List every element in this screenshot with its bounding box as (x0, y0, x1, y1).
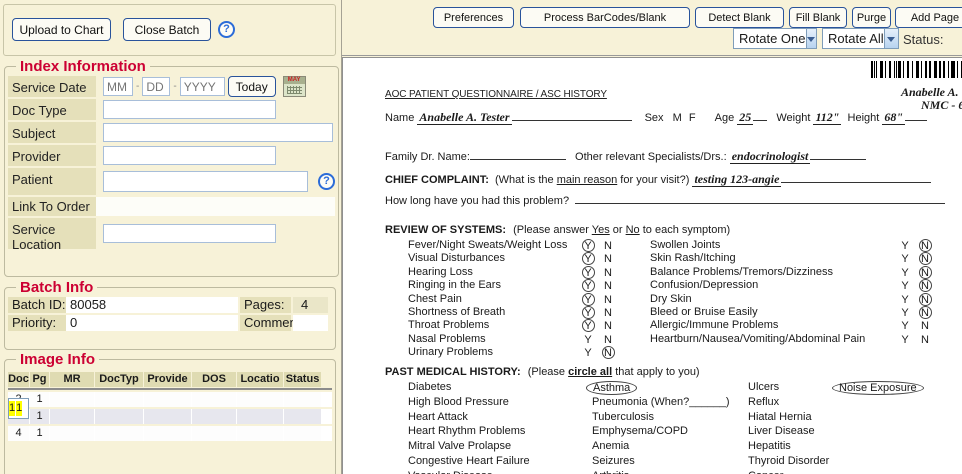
image-info-section: Image Info Doc Pg MR DocTyp Provide DOS … (4, 351, 336, 474)
service-date-row: Service Date - - Today MAY (8, 76, 335, 97)
rotate-one-select[interactable]: Rotate One (733, 28, 817, 49)
col-header-pg: Pg (30, 372, 49, 387)
weight-handwritten-value: 112" (813, 110, 841, 125)
batch-id-label: Batch ID: (8, 297, 66, 313)
col-header-provider: Provide (144, 372, 191, 387)
height-handwritten-value: 68" (882, 110, 905, 125)
col-header-location: Locatio (237, 372, 283, 387)
subject-label: Subject (8, 122, 96, 143)
service-location-label: Service Location (8, 218, 96, 249)
batch-info-section: Batch Info Batch ID: 80058 Pages: 4 Prio… (4, 279, 336, 350)
image-info-table: Doc Pg MR DocTyp Provide DOS Locatio Sta… (8, 372, 332, 441)
provider-row: Provider (8, 145, 335, 166)
how-long-line: How long have you had this problem? (385, 195, 945, 207)
service-date-yyyy-input[interactable] (180, 77, 225, 96)
link-to-order-label: Link To Order (8, 197, 96, 216)
table-row[interactable]: 4 1 (8, 426, 332, 441)
specialists-handwritten-value: endocrinologist (730, 149, 811, 164)
service-date-mm-input[interactable] (103, 77, 133, 96)
name-line: Name Anabelle A. Tester Sex M F Age 25 W… (385, 110, 927, 125)
today-button[interactable]: Today (228, 76, 276, 97)
batch-info-title: Batch Info (16, 279, 97, 296)
comment-label: Comment: (240, 315, 291, 331)
doc-type-label: Doc Type (8, 99, 96, 120)
index-information-section: Index Information Service Date - - Today… (4, 58, 339, 277)
chevron-down-icon[interactable] (806, 29, 817, 48)
patient-input[interactable] (103, 171, 308, 192)
subject-row: Subject (8, 122, 335, 143)
subject-input[interactable] (103, 123, 333, 142)
barcode-image (871, 61, 962, 78)
ros-header: REVIEW OF SYSTEMS: (Please answer Yes or… (385, 224, 730, 236)
pages-label: Pages: (240, 297, 291, 313)
provider-input[interactable] (103, 146, 276, 165)
rotate-all-select[interactable]: Rotate All (822, 28, 899, 49)
ros-left-column: Fever/Night Sweats/Weight LossYN Visual … (408, 239, 618, 360)
calendar-icon[interactable]: MAY (283, 76, 306, 97)
col-header-mr: MR (50, 372, 94, 387)
pmh-header: PAST MEDICAL HISTORY: (Please circle all… (385, 366, 700, 378)
ros-right-column: Swollen JointsYN Skin Rash/ItchingYN Bal… (650, 239, 935, 346)
upload-to-chart-button[interactable]: Upload to Chart (12, 18, 111, 41)
priority-value: 0 (66, 315, 238, 331)
patient-row: Patient ? (8, 168, 335, 195)
status-label: Status: (903, 32, 943, 47)
index-information-title: Index Information (16, 58, 150, 75)
close-batch-button[interactable]: Close Batch (123, 18, 211, 41)
detect-blank-button[interactable]: Detect Blank (695, 7, 784, 28)
table-header-row: Doc Pg MR DocTyp Provide DOS Locatio Sta… (8, 372, 332, 390)
document-title: AOC PATIENT QUESTIONNAIRE / ASC HISTORY (385, 89, 607, 100)
patient-label: Patient (8, 168, 96, 195)
link-to-order-row: Link To Order (8, 197, 335, 216)
preferences-button[interactable]: Preferences (433, 7, 514, 28)
comment-value (293, 315, 328, 331)
action-button-group: Upload to Chart Close Batch ? (3, 4, 336, 56)
name-handwritten-value: Anabelle A. Tester (417, 110, 511, 125)
date-separator: - (173, 81, 176, 92)
col-header-status: Status (284, 372, 321, 387)
col-header-doc: Doc (8, 372, 29, 387)
pmh-column-2: Asthma Pneumonia (When?______) Tuberculo… (592, 381, 747, 474)
table-row[interactable]: 2 1 (8, 392, 332, 407)
col-header-dos: DOS (192, 372, 236, 387)
table-row[interactable]: 1 1 (8, 398, 29, 419)
doc-type-input[interactable] (103, 100, 276, 119)
service-date-dd-input[interactable] (142, 77, 170, 96)
purge-button[interactable]: Purge (852, 7, 891, 28)
document-preview[interactable]: Anabelle A. T NMC - 6 AOC PATIENT QUESTI… (342, 57, 962, 474)
provider-label: Provider (8, 145, 96, 166)
doc-type-row: Doc Type (8, 99, 335, 120)
patient-help-icon[interactable]: ? (318, 173, 335, 190)
date-separator: - (136, 81, 139, 92)
fill-blank-button[interactable]: Fill Blank (789, 7, 847, 28)
family-dr-line: Family Dr. Name: Other relevant Speciali… (385, 149, 866, 164)
batch-id-value: 80058 (66, 297, 238, 313)
document-patient-id: NMC - 6 (921, 98, 962, 113)
table-row[interactable]: 3 1 (8, 409, 332, 424)
help-icon[interactable]: ? (218, 21, 235, 38)
priority-label: Priority: (8, 315, 66, 331)
chief-complaint-handwritten-value: testing 123-angie (692, 172, 781, 187)
service-date-label: Service Date (8, 76, 96, 97)
link-to-order-value (96, 197, 335, 216)
age-handwritten-value: 25 (737, 110, 753, 125)
process-barcodes-button[interactable]: Process BarCodes/Blank (520, 7, 690, 28)
index-panel: Upload to Chart Close Batch ? Index Info… (0, 0, 341, 474)
chevron-down-icon[interactable] (884, 29, 898, 48)
pages-value: 4 (293, 297, 328, 313)
chief-complaint-line: CHIEF COMPLAINT: (What is the main reaso… (385, 172, 931, 187)
add-page-button[interactable]: Add Page (895, 7, 962, 28)
document-toolbar: Preferences Process BarCodes/Blank Detec… (342, 0, 962, 56)
col-header-doctype: DocTyp (95, 372, 143, 387)
pmh-column-1: Diabetes High Blood Pressure Heart Attac… (408, 381, 588, 474)
image-info-title: Image Info (16, 351, 99, 368)
pmh-column-4: Noise Exposure (838, 381, 938, 396)
pmh-column-3: Ulcers Reflux Hiatal Hernia Liver Diseas… (748, 381, 836, 474)
service-location-row: Service Location (8, 218, 335, 249)
service-location-input[interactable] (103, 224, 276, 243)
